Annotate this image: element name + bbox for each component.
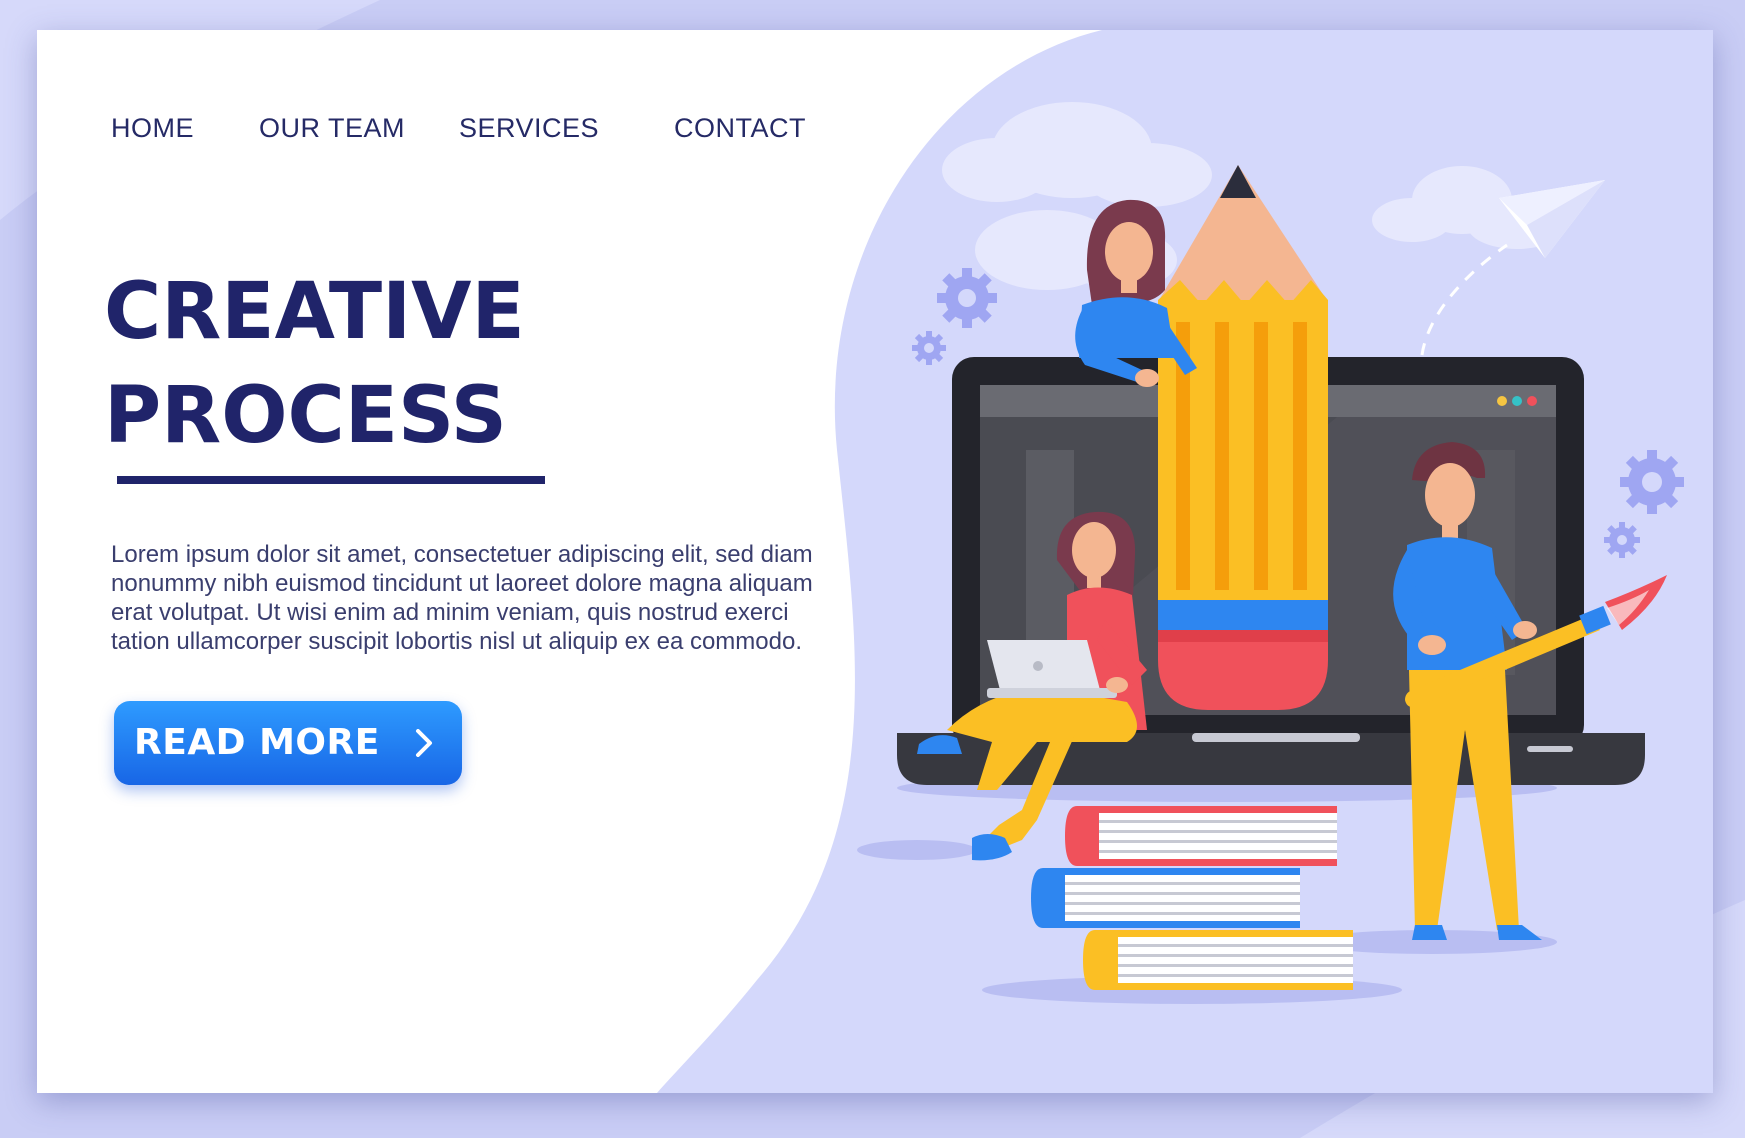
landing-card: HOME OUR TEAM SERVICES CONTACT CREATIVE … — [37, 30, 1713, 1093]
title-line-2: PROCESS — [104, 371, 507, 461]
hero-description: Lorem ipsum dolor sit amet, consectetuer… — [111, 541, 813, 655]
nav-services[interactable]: SERVICES — [459, 98, 599, 158]
nav-our-team[interactable]: OUR TEAM — [259, 98, 405, 158]
nav-home[interactable]: HOME — [111, 98, 194, 158]
page-title: CREATIVE PROCESS — [104, 260, 525, 468]
read-more-button[interactable]: READ MORE — [114, 701, 462, 785]
title-underline — [117, 476, 545, 484]
nav-contact[interactable]: CONTACT — [674, 98, 806, 158]
read-more-label: READ MORE — [134, 722, 380, 763]
chevron-right-icon — [416, 729, 432, 757]
title-line-1: CREATIVE — [104, 267, 525, 357]
